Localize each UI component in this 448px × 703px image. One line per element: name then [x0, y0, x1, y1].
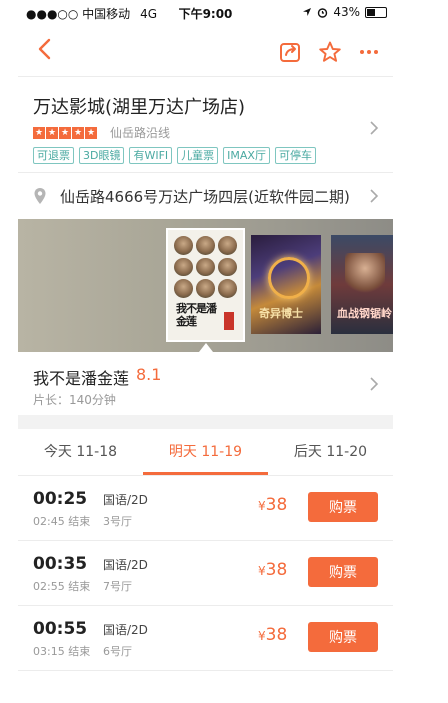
rating-star-icon: ★: [59, 126, 71, 139]
poster-figure: [345, 253, 385, 297]
back-arrow-icon[interactable]: [32, 36, 58, 62]
tag-child-ticket: 儿童票: [177, 147, 219, 164]
rating-star-icon: ★: [85, 126, 97, 139]
show-end: 02:55 结束: [33, 580, 91, 593]
chevron-right-icon: [370, 377, 379, 391]
status-bar: ●●●○○ 中国移动 4G 下午9:00 43%: [18, 0, 393, 24]
show-hall: 3号厅: [103, 515, 132, 528]
movie-info[interactable]: 我不是潘金莲 8.1 片长：140分钟: [18, 352, 393, 415]
tag-3d-glasses: 3D眼镜: [79, 147, 125, 164]
cinema-address: 仙岳路4666号万达广场四层(近软件园二期): [60, 188, 350, 206]
show-hall: 7号厅: [103, 580, 132, 593]
cinema-tags: 可退票 3D眼镜 有WIFI 儿童票 IMAX厅 可停车: [33, 147, 316, 164]
status-right: 43%: [302, 5, 387, 19]
tag-imax: IMAX厅: [223, 147, 270, 164]
app-screen: ●●●○○ 中国移动 4G 下午9:00 43% 万达影城(湖里万达广场店) ★…: [18, 0, 393, 703]
poster-pointer: [199, 343, 213, 352]
currency-symbol: ¥: [258, 499, 266, 513]
price-value: 38: [265, 560, 288, 580]
battery-percent: 43%: [333, 5, 360, 19]
currency-symbol: ¥: [258, 564, 266, 578]
poster-hacksaw-ridge[interactable]: 血战钢锯岭: [331, 235, 393, 334]
address-row[interactable]: 仙岳路4666号万达广场四层(近软件园二期): [18, 173, 393, 219]
poster-doctor-strange[interactable]: 奇异博士: [251, 235, 321, 334]
showtime-row[interactable]: 00:25 02:45 结束 国语/2D 3号厅 ¥38 购票: [18, 476, 393, 541]
location-arrow-icon: [303, 8, 312, 16]
cinema-area: 仙岳路沿线: [110, 126, 171, 140]
show-end: 02:45 结束: [33, 515, 91, 528]
rating-star-icon: ★: [72, 126, 84, 139]
chevron-right-icon: [370, 189, 379, 203]
show-start: 00:35: [33, 554, 88, 574]
buy-ticket-button[interactable]: 购票: [308, 622, 378, 652]
battery-icon: [365, 6, 387, 18]
tag-parking: 可停车: [274, 147, 316, 164]
tag-wifi: 有WIFI: [129, 147, 173, 164]
show-price: ¥38: [258, 625, 287, 645]
cinema-info[interactable]: 万达影城(湖里万达广场店) ★ ★ ★ ★ ★ 仙岳路沿线 可退票 3D眼镜 有WIFI…: [18, 77, 393, 171]
movie-title: 我不是潘金莲: [33, 369, 130, 388]
tab-day-after[interactable]: 后天 11-20: [268, 429, 393, 475]
poster-selected[interactable]: 我不是潘金莲: [166, 228, 245, 342]
tab-tomorrow[interactable]: 明天 11-19: [143, 429, 268, 475]
share-icon[interactable]: [279, 41, 301, 63]
buy-ticket-button[interactable]: 购票: [308, 557, 378, 587]
more-icon[interactable]: [358, 41, 380, 63]
price-value: 38: [265, 625, 288, 645]
poster-third-title: 血战钢锯岭: [337, 307, 392, 320]
movie-score: 8.1: [136, 365, 162, 384]
poster-main-title: 我不是潘金莲: [176, 302, 217, 328]
poster-second-title: 奇异博士: [259, 307, 303, 320]
rating-star-icon: ★: [46, 126, 58, 139]
show-end: 03:15 结束: [33, 645, 91, 658]
poster-seal: [224, 312, 234, 330]
cinema-rating: ★ ★ ★ ★ ★ 仙岳路沿线: [33, 124, 170, 141]
show-language: 国语/2D: [103, 558, 148, 572]
show-language: 国语/2D: [103, 623, 148, 637]
battery-fill: [367, 8, 375, 16]
show-price: ¥38: [258, 495, 287, 515]
tag-refund: 可退票: [33, 147, 74, 164]
show-language: 国语/2D: [103, 493, 148, 507]
alarm-icon: [318, 7, 328, 18]
showtime-row[interactable]: 00:55 03:15 结束 国语/2D 6号厅 ¥38 购票: [18, 606, 393, 671]
poster-ring: [268, 257, 310, 299]
show-start: 00:55: [33, 619, 88, 639]
show-start: 00:25: [33, 489, 88, 509]
showtime-row[interactable]: 00:35 02:55 结束 国语/2D 7号厅 ¥38 购票: [18, 541, 393, 606]
movie-length: 片长：140分钟: [33, 393, 116, 407]
show-hall: 6号厅: [103, 645, 132, 658]
rating-stars: ★ ★ ★ ★ ★: [33, 126, 98, 139]
chevron-right-icon: [370, 121, 379, 135]
location-pin-icon: [34, 188, 46, 204]
date-tabs: 今天 11-18 明天 11-19 后天 11-20: [18, 429, 393, 476]
rating-star-icon: ★: [33, 126, 45, 139]
currency-symbol: ¥: [258, 629, 266, 643]
tab-today[interactable]: 今天 11-18: [18, 429, 143, 475]
show-price: ¥38: [258, 560, 287, 580]
price-value: 38: [265, 495, 288, 515]
buy-ticket-button[interactable]: 购票: [308, 492, 378, 522]
poster-carousel[interactable]: 我不是潘金莲 奇异博士 血战钢锯岭: [18, 219, 393, 352]
tab-active-indicator: [143, 472, 268, 475]
poster-faces: [174, 236, 237, 298]
section-gap: [18, 415, 393, 429]
cinema-name: 万达影城(湖里万达广场店): [33, 97, 246, 118]
star-icon[interactable]: [318, 40, 342, 64]
nav-bar: [18, 24, 393, 77]
